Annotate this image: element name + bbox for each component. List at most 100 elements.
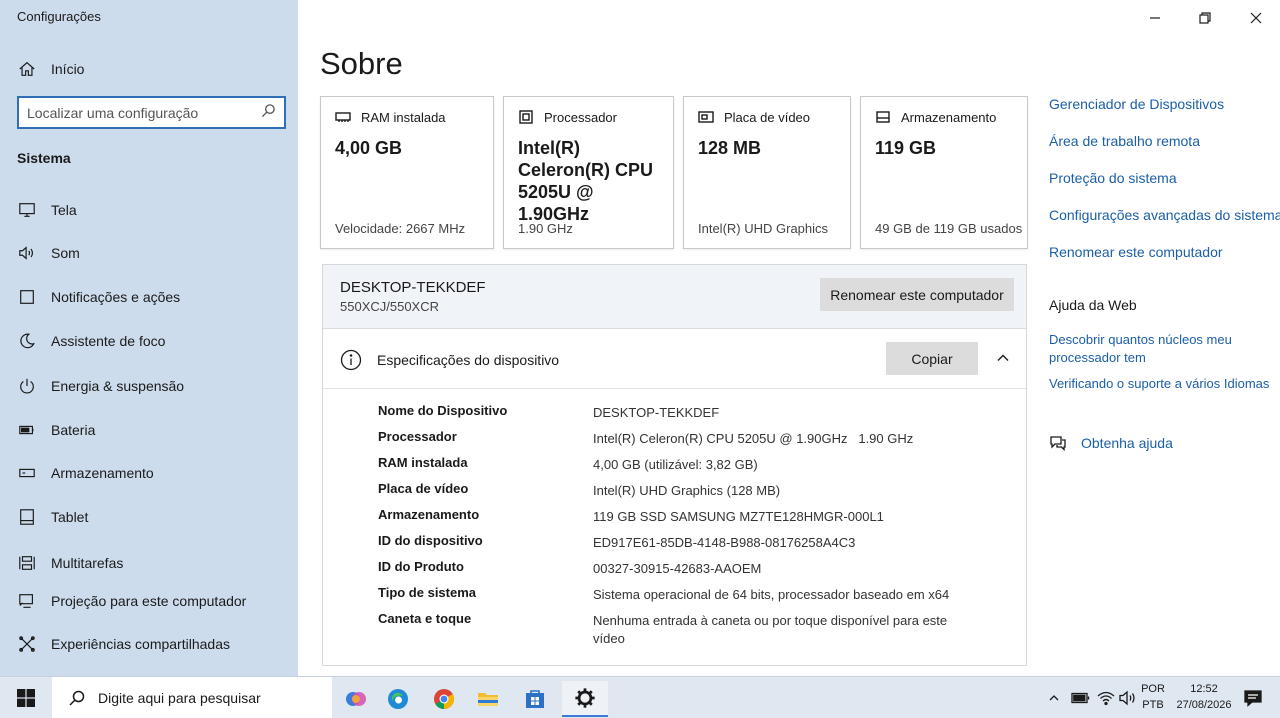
chevron-up-icon[interactable] xyxy=(996,351,1010,365)
action-center-icon xyxy=(1244,690,1262,707)
moon-icon xyxy=(17,331,37,351)
settings-search[interactable] xyxy=(17,96,286,129)
clock-date: 27/08/2026 xyxy=(1176,699,1232,711)
card-head: Placa de vídeo xyxy=(698,109,810,125)
copy-button[interactable]: Copiar xyxy=(886,342,978,375)
chrome-icon xyxy=(434,689,455,710)
projection-icon xyxy=(17,591,37,611)
sidebar-item-label: Experiências compartilhadas xyxy=(51,636,230,652)
card-value: 128 MB xyxy=(698,138,762,158)
sidebar-item-energia[interactable]: Energia & suspensão xyxy=(17,374,184,398)
minimize-icon xyxy=(1150,17,1160,19)
maximize-button[interactable] xyxy=(1193,6,1217,30)
clock[interactable]: 12:52 27/08/2026 xyxy=(1172,681,1236,713)
settings-app[interactable] xyxy=(562,681,608,717)
chrome-app[interactable] xyxy=(424,681,464,717)
close-button[interactable] xyxy=(1244,6,1268,30)
sidebar-item-projecao[interactable]: Projeção para este computador xyxy=(17,589,246,613)
spec-key: Placa de vídeo xyxy=(378,481,469,496)
sidebar-item-notificacoes[interactable]: Notificações e ações xyxy=(17,285,180,309)
tray-battery[interactable] xyxy=(1070,677,1092,718)
spec-value: 00327-30915-42683-AAOEM xyxy=(593,561,762,576)
start-button[interactable] xyxy=(0,677,52,718)
web-help-title: Ajuda da Web xyxy=(1049,297,1137,313)
link-device-manager[interactable]: Gerenciador de Dispositivos xyxy=(1049,96,1224,112)
notifications-button[interactable] xyxy=(1242,677,1264,718)
chevron-up-icon xyxy=(1049,695,1059,701)
link-rename-pc[interactable]: Renomear este computador xyxy=(1049,244,1223,260)
spec-key: ID do Produto xyxy=(378,559,464,574)
specs-header[interactable]: Especificações do dispositivo Copiar xyxy=(323,329,1026,389)
store-app[interactable] xyxy=(515,681,555,717)
language-indicator[interactable]: POR PTB xyxy=(1141,681,1165,713)
link-languages[interactable]: Verificando o suporte a vários Idiomas xyxy=(1049,375,1269,393)
get-help-link[interactable]: Obtenha ajuda xyxy=(1049,434,1173,452)
sidebar-item-tela[interactable]: Tela xyxy=(17,198,77,222)
file-explorer-app[interactable] xyxy=(468,681,508,717)
card-value: 119 GB xyxy=(875,138,937,158)
taskbar-search[interactable]: Digite aqui para pesquisar xyxy=(52,677,332,718)
sidebar-item-label: Som xyxy=(51,245,80,261)
spec-key: Tipo de sistema xyxy=(378,585,477,600)
sidebar-item-experiencias[interactable]: Experiências compartilhadas xyxy=(17,632,230,656)
minimize-button[interactable] xyxy=(1143,6,1167,30)
sidebar-item-label: Notificações e ações xyxy=(51,289,181,305)
tray-wifi[interactable] xyxy=(1096,677,1116,718)
sidebar-item-label: Tela xyxy=(51,202,77,218)
sidebar-item-bateria[interactable]: Bateria xyxy=(17,418,95,442)
copilot-icon xyxy=(346,692,366,706)
sidebar-item-multitarefas[interactable]: Multitarefas xyxy=(17,551,123,575)
multitask-icon xyxy=(17,553,37,573)
language-code: POR xyxy=(1141,683,1165,695)
link-remote-desktop[interactable]: Área de trabalho remota xyxy=(1049,133,1200,149)
link-cores[interactable]: Descobrir quantos núcleos meu processado… xyxy=(1049,331,1249,367)
spec-value: ED917E61-85DB-4148-B988-08176258A4C3 xyxy=(593,535,856,550)
tray-chevron[interactable] xyxy=(1044,677,1064,718)
taskbar: Digite aqui para pesquisar POR PTB 12:52… xyxy=(0,676,1280,718)
sidebar-item-label: Tablet xyxy=(51,509,89,525)
home-icon xyxy=(17,59,37,79)
sidebar-item-label: Energia & suspensão xyxy=(51,378,185,394)
link-system-protection[interactable]: Proteção do sistema xyxy=(1049,170,1177,186)
clock-time: 12:52 xyxy=(1190,683,1218,695)
spec-key: Armazenamento xyxy=(378,507,480,522)
monitor-icon xyxy=(17,200,37,220)
keyboard-layout: PTB xyxy=(1142,699,1164,711)
card-sub: 1.90 GHz xyxy=(518,221,573,236)
search-icon[interactable] xyxy=(261,103,276,123)
sidebar-item-label: Bateria xyxy=(51,422,96,438)
card-sub: 49 GB de 119 GB usados xyxy=(875,221,1023,236)
get-help-label: Obtenha ajuda xyxy=(1081,435,1173,451)
spec-value: DESKTOP-TEKKDEF xyxy=(593,405,720,420)
edge-icon xyxy=(388,689,408,709)
edge-app[interactable] xyxy=(378,681,418,717)
wifi-icon xyxy=(1097,691,1115,706)
copilot-app[interactable] xyxy=(336,681,376,717)
sidebar-item-som[interactable]: Som xyxy=(17,241,80,265)
sidebar-item-assistente-foco[interactable]: Assistente de foco xyxy=(17,329,165,353)
sidebar: Configurações Início Sistema Tela Som No… xyxy=(0,0,298,676)
rename-pc-button[interactable]: Renomear este computador xyxy=(820,278,1014,311)
card-head: RAM instalada xyxy=(335,109,446,125)
file-explorer-icon xyxy=(478,693,498,706)
spec-key: RAM instalada xyxy=(378,455,468,470)
sidebar-item-label: Multitarefas xyxy=(51,555,124,571)
drive-icon xyxy=(876,111,890,123)
tray-volume[interactable] xyxy=(1118,677,1138,718)
card-title: Placa de vídeo xyxy=(724,109,811,125)
sidebar-item-label: Assistente de foco xyxy=(51,333,166,349)
taskbar-search-text: Digite aqui para pesquisar xyxy=(98,690,261,706)
settings-icon xyxy=(575,688,595,708)
nav-home[interactable]: Início xyxy=(17,57,84,81)
sidebar-item-armazenamento[interactable]: Armazenamento xyxy=(17,461,154,485)
specs-title: Especificações do dispositivo xyxy=(377,352,560,368)
link-advanced-settings[interactable]: Configurações avançadas do sistema xyxy=(1049,207,1280,223)
card-ram: RAM instalada 4,00 GB Velocidade: 2667 M… xyxy=(320,96,494,249)
cpu-icon xyxy=(519,110,533,124)
card-sub: Intel(R) UHD Graphics xyxy=(698,221,829,236)
sidebar-item-tablet[interactable]: Tablet xyxy=(17,505,88,529)
search-input[interactable] xyxy=(27,104,261,121)
spec-value: 4,00 GB (utilizável: 3,82 GB) xyxy=(593,457,758,472)
windows-logo-icon xyxy=(17,689,35,707)
sidebar-item-label: Projeção para este computador xyxy=(51,593,247,609)
